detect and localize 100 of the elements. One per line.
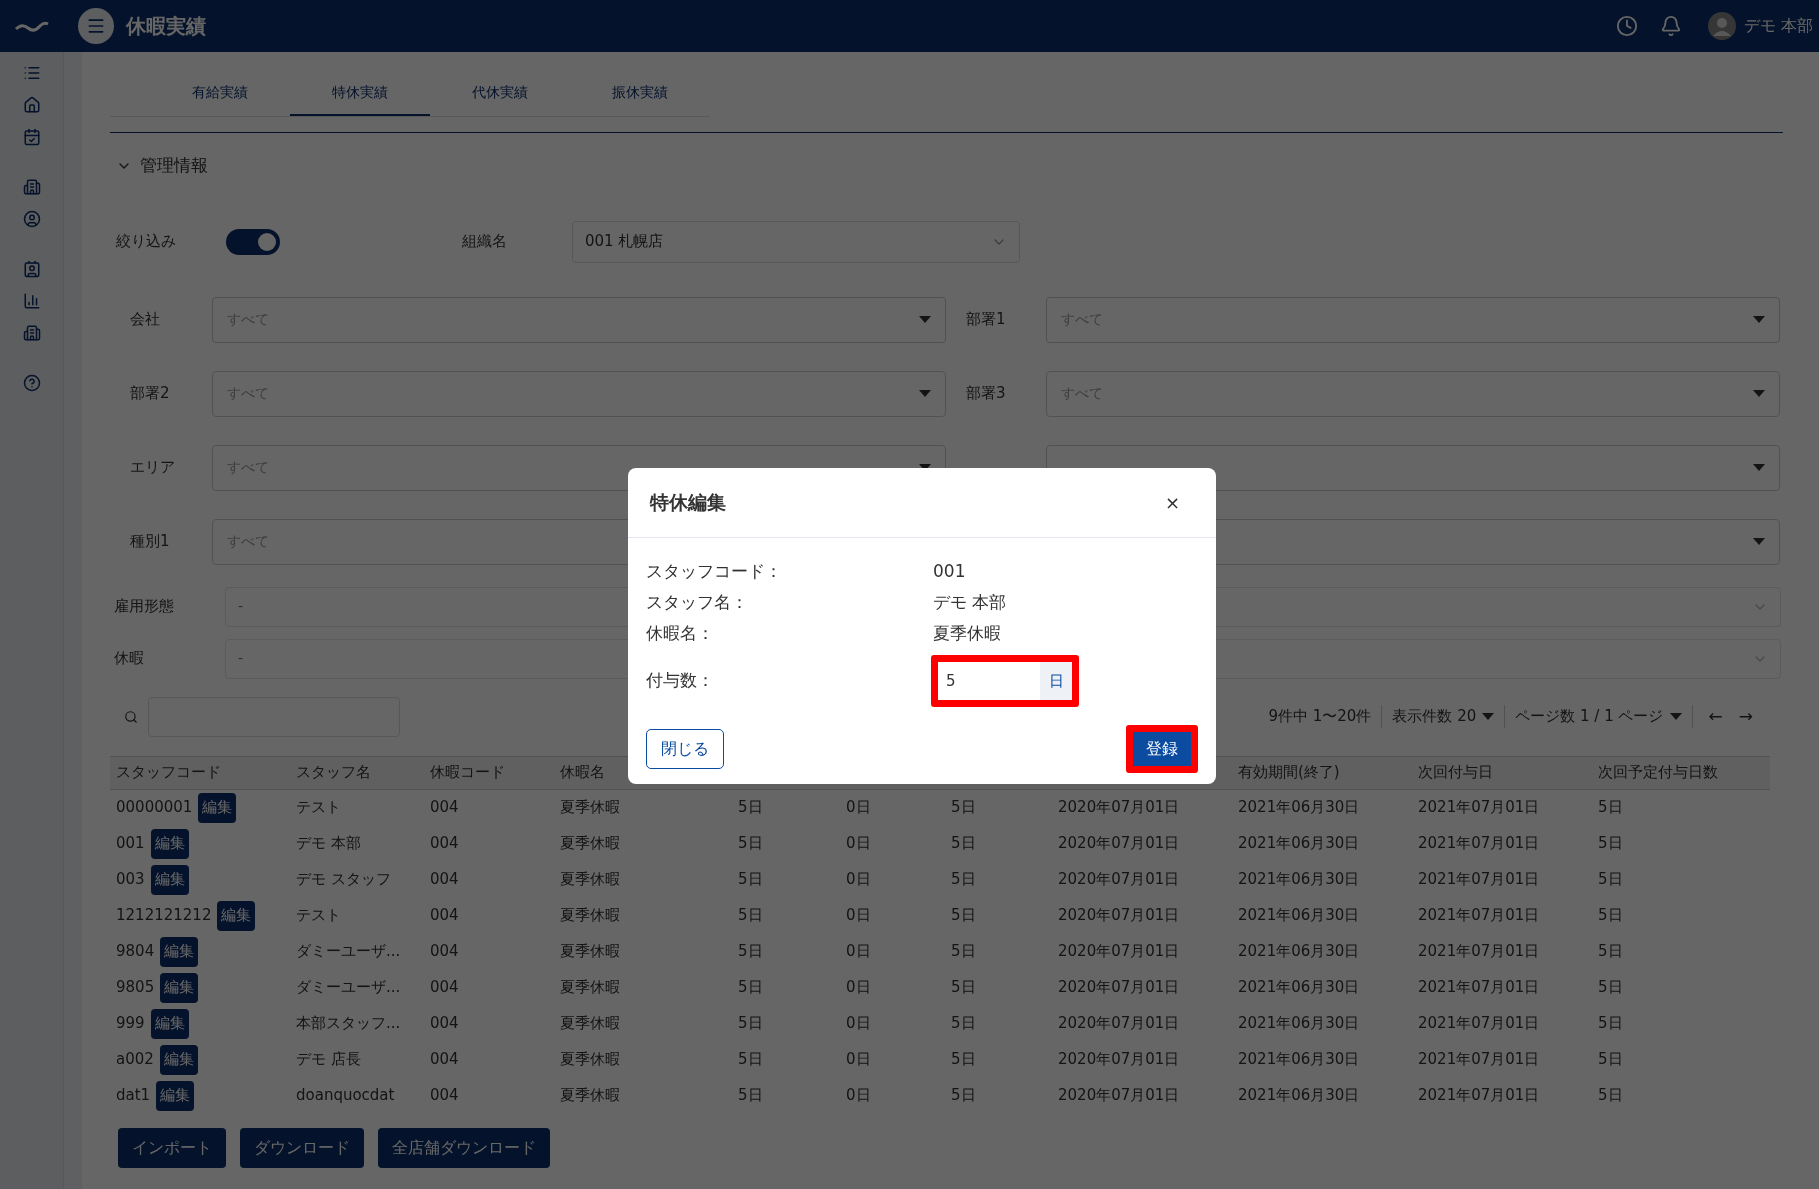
table-cell-text: 004 bbox=[429, 1013, 460, 1035]
filter-toggle[interactable] bbox=[226, 228, 280, 255]
edit-button[interactable]: 編集 bbox=[159, 1044, 198, 1075]
help-icon[interactable] bbox=[22, 374, 41, 392]
table-cell-text: 夏季休暇 bbox=[559, 941, 621, 963]
edit-button[interactable]: 編集 bbox=[150, 864, 189, 895]
notification-icon[interactable] bbox=[1659, 15, 1682, 37]
table-cell-text: 004 bbox=[429, 869, 460, 891]
tab[interactable]: 振休実績 bbox=[570, 70, 710, 116]
edit-button[interactable]: 編集 bbox=[160, 936, 199, 967]
caret-icon bbox=[1482, 712, 1495, 721]
edit-button[interactable]: 編集 bbox=[198, 792, 237, 823]
column-header: 休暇名 bbox=[559, 762, 606, 784]
logo-icon bbox=[14, 20, 50, 32]
table-cell-text: 2020年07月01日 bbox=[1057, 869, 1181, 891]
history-icon[interactable] bbox=[1615, 15, 1638, 37]
action-button[interactable]: インポート bbox=[118, 1127, 226, 1168]
table-cell-text: 004 bbox=[429, 797, 460, 819]
list-icon[interactable] bbox=[22, 64, 41, 82]
table-cell-text: 夏季休暇 bbox=[559, 1013, 621, 1035]
table-cell-text: 2020年07月01日 bbox=[1057, 797, 1181, 819]
table-cell-text: デモ 本部 bbox=[295, 833, 362, 855]
table-cell-text: 0日 bbox=[845, 1049, 872, 1071]
table-cell-text: 2021年07月01日 bbox=[1417, 905, 1541, 927]
close-dialog-button[interactable]: 閉じる bbox=[646, 729, 724, 769]
table-cell-text: 5日 bbox=[950, 869, 977, 891]
caret-icon bbox=[1753, 463, 1765, 472]
edit-button[interactable]: 編集 bbox=[156, 1080, 195, 1111]
table-cell-text: 2021年06月30日 bbox=[1237, 797, 1361, 819]
edit-button[interactable]: 編集 bbox=[150, 1008, 189, 1039]
table-cell-text: dat1 bbox=[116, 1085, 151, 1107]
table-cell-text: 5日 bbox=[1597, 833, 1624, 855]
table-cell-text: 0日 bbox=[845, 797, 872, 819]
filter-label: エリア bbox=[129, 457, 176, 479]
action-button[interactable]: ダウンロード bbox=[240, 1127, 364, 1168]
table-cell-text: 2021年06月30日 bbox=[1237, 869, 1361, 891]
page-size-select[interactable]: 表示件数 20 bbox=[1382, 705, 1506, 728]
filter-label: 部署1 bbox=[966, 309, 1007, 331]
table-cell-text: 2021年07月01日 bbox=[1417, 1049, 1541, 1071]
table-cell-text: 5日 bbox=[737, 977, 764, 999]
table-cell-text: 004 bbox=[429, 1085, 460, 1107]
edit-button[interactable]: 編集 bbox=[160, 972, 199, 1003]
close-button[interactable]: × bbox=[1164, 489, 1180, 516]
table-cell-text: 004 bbox=[429, 905, 460, 927]
search-icon bbox=[124, 709, 138, 724]
action-button[interactable]: 全店舗ダウンロード bbox=[378, 1127, 550, 1168]
table-cell-text: 5日 bbox=[737, 1013, 764, 1035]
table-cell-text: 夏季休暇 bbox=[559, 869, 621, 891]
filter-label: 会社 bbox=[129, 309, 161, 331]
column-header: 次回付与日 bbox=[1417, 762, 1494, 784]
table-cell-text: 2021年07月01日 bbox=[1417, 833, 1541, 855]
table-cell-text: 5日 bbox=[1597, 869, 1624, 891]
column-header: 次回予定付与日数 bbox=[1597, 762, 1719, 784]
tab[interactable]: 代休実績 bbox=[430, 70, 570, 116]
table-cell-text: 2020年07月01日 bbox=[1057, 1085, 1181, 1107]
user-icon[interactable] bbox=[22, 210, 41, 228]
table-cell-text: 2021年06月30日 bbox=[1237, 833, 1361, 855]
table-cell-text: 5日 bbox=[1597, 905, 1624, 927]
next-page-button[interactable]: → bbox=[1738, 703, 1753, 730]
table-cell-text: 2021年06月30日 bbox=[1237, 1085, 1361, 1107]
prev-page-button[interactable]: ← bbox=[1708, 703, 1723, 730]
home-icon[interactable] bbox=[22, 96, 41, 114]
page-title: 休暇実績 bbox=[126, 13, 206, 40]
edit-button[interactable]: 編集 bbox=[150, 828, 189, 859]
result-count: 9件中 1〜20件 bbox=[1258, 705, 1383, 728]
tab[interactable]: 有給実績 bbox=[150, 70, 290, 116]
tab[interactable]: 特休実績 bbox=[290, 70, 430, 116]
table-cell-text: 999 bbox=[116, 1013, 145, 1035]
table-cell-text: 5日 bbox=[1597, 797, 1624, 819]
building-icon[interactable] bbox=[22, 178, 41, 196]
avatar-icon[interactable] bbox=[1707, 12, 1736, 40]
user-name[interactable]: デモ 本部 bbox=[1743, 14, 1813, 38]
table-cell-text: 004 bbox=[429, 977, 460, 999]
org-select[interactable]: 001 札幌店 bbox=[572, 220, 1020, 263]
table-cell-text: 00000001 bbox=[116, 797, 193, 819]
filter-label: 種別1 bbox=[129, 531, 171, 553]
badge-icon[interactable] bbox=[22, 260, 41, 278]
table-cell-text: 004 bbox=[429, 941, 460, 963]
table-cell-text: 9805 bbox=[116, 977, 155, 999]
column-header: スタッフ名 bbox=[295, 762, 372, 784]
column-header: スタッフコード bbox=[115, 762, 222, 784]
table-cell-text: 夏季休暇 bbox=[559, 833, 621, 855]
edit-button[interactable]: 編集 bbox=[217, 900, 256, 931]
page-select[interactable]: ページ数 1 / 1 ページ bbox=[1505, 705, 1693, 728]
table-cell-text: 2021年06月30日 bbox=[1237, 1049, 1361, 1071]
table-cell-text: 9804 bbox=[116, 941, 155, 963]
table-cell-text: デモ スタッフ bbox=[295, 869, 392, 891]
chart-icon[interactable] bbox=[22, 292, 41, 310]
table-cell-text: 夏季休暇 bbox=[559, 905, 621, 927]
register-button[interactable]: 登録 bbox=[1126, 725, 1198, 773]
table-cell-text: 5日 bbox=[737, 905, 764, 927]
table-cell-text: 2021年06月30日 bbox=[1237, 941, 1361, 963]
table-cell-text: 5日 bbox=[737, 1049, 764, 1071]
table-cell-text: デモ 店長 bbox=[295, 1049, 362, 1071]
calendar-icon[interactable] bbox=[22, 128, 41, 146]
menu-button[interactable] bbox=[78, 8, 114, 44]
table-cell-text: 2020年07月01日 bbox=[1057, 833, 1181, 855]
table-cell-text: 2021年07月01日 bbox=[1417, 941, 1541, 963]
caret-icon bbox=[1753, 389, 1765, 398]
building-icon[interactable] bbox=[22, 324, 41, 342]
